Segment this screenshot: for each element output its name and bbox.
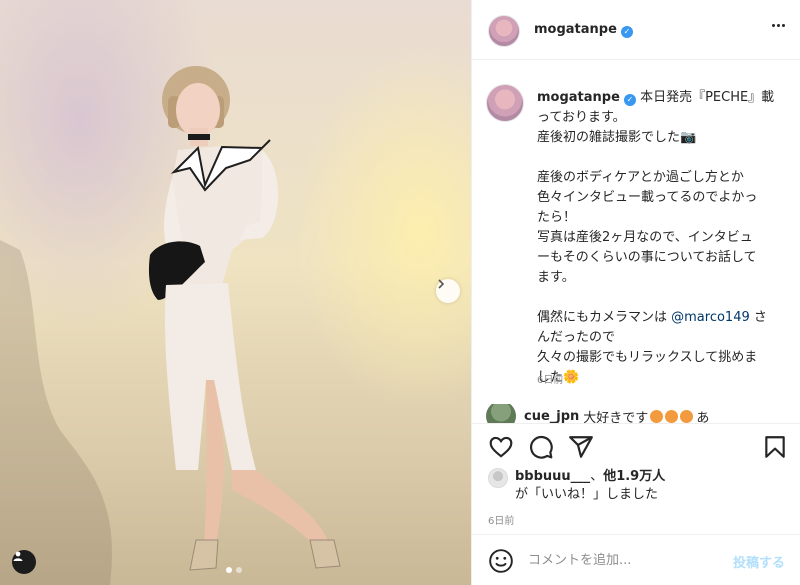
- post-side-panel: mogatanpe ✓ mogatanpe ✓ 本日発売『PECHE』載 っておりま…: [471, 0, 800, 585]
- carousel-dot-active: [226, 567, 232, 573]
- caption: mogatanpe ✓ 本日発売『PECHE』載 っております。 産後初の雑誌撮影…: [537, 88, 787, 388]
- verified-badge-icon: ✓: [623, 94, 636, 106]
- likes-line-2: が「いいね！」しました: [515, 487, 659, 502]
- caption-line: した🌼: [537, 370, 580, 385]
- likes-separator: 、: [590, 469, 604, 484]
- carousel-dot: [236, 567, 242, 573]
- caption-avatar[interactable]: [486, 84, 524, 122]
- bookmark-icon[interactable]: [762, 434, 788, 460]
- likes-count[interactable]: 他1.9万人: [603, 469, 665, 484]
- caption-line: 色々インタビュー載ってるのでよかっ: [537, 190, 758, 205]
- caption-area: mogatanpe ✓ 本日発売『PECHE』載 っております。 産後初の雑誌撮影…: [472, 61, 800, 423]
- avatar[interactable]: [488, 15, 520, 47]
- caption-line: 写真は産後2ヶ月なので、インタビュ: [537, 230, 753, 245]
- photo-illustration: [0, 66, 341, 585]
- comment-text: 大好きです: [583, 410, 649, 424]
- caption-line: んだったので: [537, 330, 616, 345]
- caption-line: 久々の撮影でもリラックスして挑めま: [537, 350, 758, 365]
- comment-text-more: あ: [696, 410, 710, 424]
- caption-line: っております。: [537, 110, 626, 125]
- caption-line: 本日発売『PECHE』載: [640, 90, 775, 105]
- user-tag-icon: [13, 551, 23, 561]
- comment-icon[interactable]: [528, 434, 554, 460]
- liker-avatar[interactable]: [488, 468, 508, 488]
- carousel-indicator: [226, 567, 242, 573]
- comment-input[interactable]: [528, 549, 718, 571]
- caption-text: さ: [749, 310, 767, 325]
- caption-line: たら！: [537, 210, 577, 225]
- action-bar: [472, 423, 800, 471]
- caption-line: ーもそのくらいの事についてお話して: [537, 250, 757, 265]
- caption-line: 産後のボディケアとか過ごし方とか: [537, 170, 744, 185]
- caption-username-text[interactable]: mogatanpe: [537, 90, 620, 105]
- caption-line: ます。: [537, 270, 575, 285]
- caption-username[interactable]: mogatanpe ✓: [537, 90, 636, 106]
- share-icon[interactable]: [568, 434, 594, 460]
- header-username[interactable]: mogatanpe ✓: [534, 22, 633, 38]
- likes-line-1: bbbuuu___、他1.9万人: [515, 468, 665, 486]
- caption-mention-line: 偶然にもカメラマンは @marco149 さ: [537, 308, 787, 328]
- caption-line: [537, 148, 787, 168]
- post-header: mogatanpe ✓: [472, 0, 800, 60]
- post-comment-button[interactable]: 投稿する: [733, 552, 785, 571]
- comment-username[interactable]: cue_jpn: [524, 409, 579, 424]
- more-options-icon[interactable]: [772, 24, 785, 27]
- add-comment-bar: 投稿する: [472, 534, 800, 585]
- caption-first-line: mogatanpe ✓ 本日発売『PECHE』載: [537, 88, 787, 108]
- heart-eyes-emoji-icon: [650, 409, 664, 423]
- heart-eyes-emoji-icon: [665, 409, 679, 423]
- smile-icon[interactable]: [488, 548, 514, 574]
- heart-eyes-emoji-icon: [680, 409, 694, 423]
- comment-avatar[interactable]: [486, 404, 516, 423]
- mention-link[interactable]: @marco149: [671, 310, 750, 325]
- heart-icon[interactable]: [488, 434, 514, 460]
- caption-line: 産後初の雑誌撮影でした📷: [537, 130, 697, 145]
- comment-item: cue_jpn 大好きです あ: [486, 404, 786, 423]
- caption-timestamp[interactable]: 6日前: [537, 371, 563, 386]
- post-timestamp[interactable]: 6日前: [488, 512, 514, 527]
- carousel-next-button[interactable]: [436, 279, 460, 303]
- post-photo[interactable]: [0, 0, 471, 585]
- caption-text: 偶然にもカメラマンは: [537, 310, 672, 325]
- chevron-right-icon: [438, 279, 445, 289]
- liker-username[interactable]: bbbuuu___: [515, 469, 590, 484]
- verified-badge-icon: ✓: [620, 25, 633, 38]
- user-tag-button[interactable]: [12, 550, 36, 574]
- caption-line: [537, 288, 787, 308]
- header-username-text[interactable]: mogatanpe: [534, 22, 617, 37]
